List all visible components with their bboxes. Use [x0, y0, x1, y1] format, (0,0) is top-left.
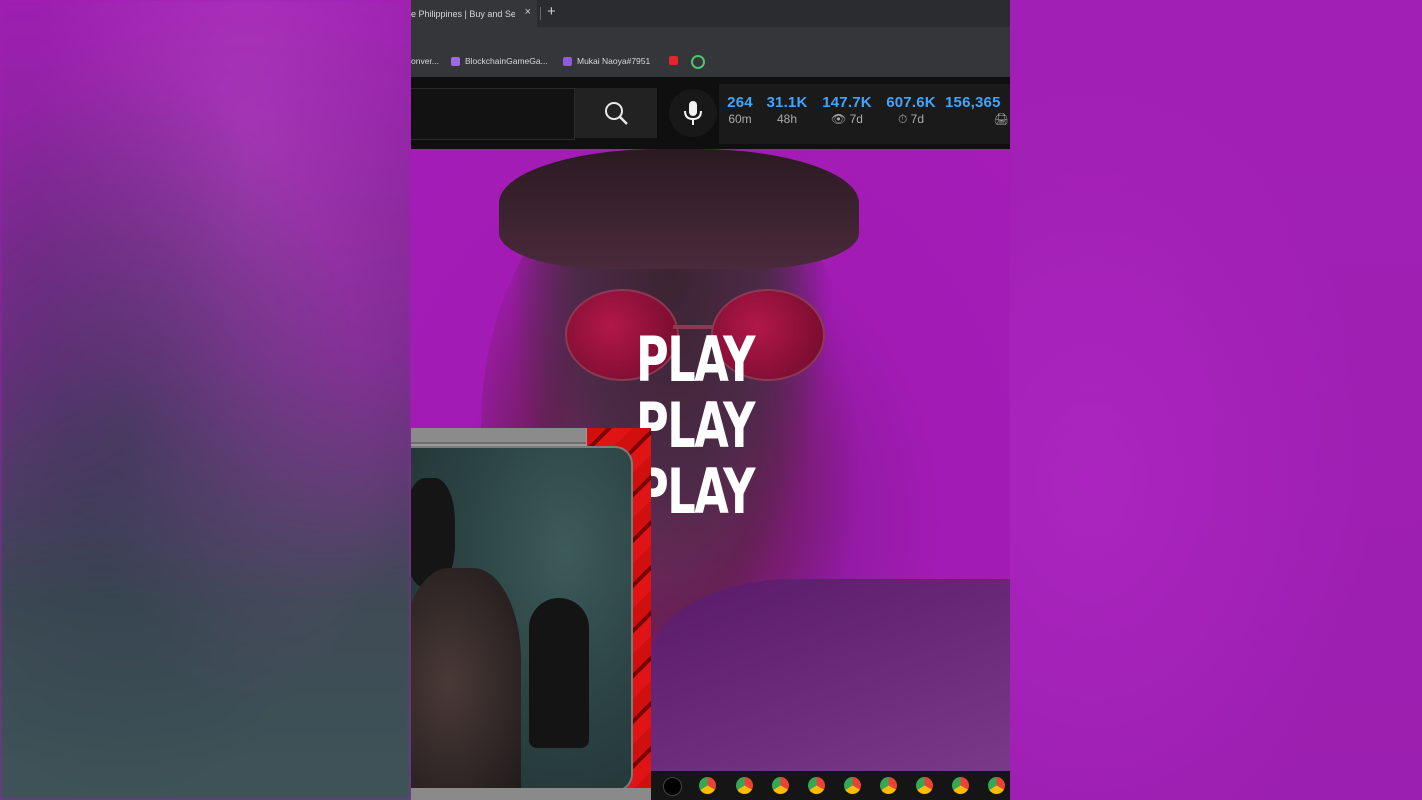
microphone [529, 598, 589, 748]
bookmark-icon [451, 56, 460, 66]
artwork-title-line: PLAY [636, 389, 755, 462]
artwork-title: PLAY PLAY PLAY [636, 323, 755, 528]
extension-bookmark[interactable] [691, 55, 705, 69]
stat-watchtime-7d: 607.6K ⏱ 7d [880, 94, 942, 127]
bookmark-icon [563, 56, 572, 66]
stat-label: 🖨 [993, 112, 1009, 126]
artwork-title-line: PLAY [636, 323, 755, 396]
webcam-frame-bottom [411, 788, 651, 800]
chrome-icon[interactable] [772, 777, 789, 794]
webcam-frame-top [411, 428, 586, 444]
stat-views-7d: 147.7K 👁 7d [817, 94, 877, 126]
stat-label: 60m [728, 112, 752, 126]
tiktok-icon[interactable] [663, 777, 682, 796]
bookmark-item[interactable]: Mukai Naoya#7951 [563, 56, 650, 66]
webcam-overlay [411, 428, 651, 800]
search-input[interactable] [411, 88, 575, 140]
stat-value: 147.7K [822, 94, 872, 111]
stat-48h: 31.1K 48h [761, 94, 813, 126]
browser-tab[interactable]: e Philippines | Buy and Sel × [411, 0, 537, 27]
stat-value: 607.6K [886, 94, 936, 111]
youtube-bookmark[interactable] [669, 56, 683, 65]
stat-value: 264 [727, 94, 753, 111]
stat-value: 156,365 [945, 94, 1001, 111]
chrome-icon[interactable] [736, 777, 753, 794]
bookmark-label: Mukai Naoya#7951 [577, 56, 651, 66]
chrome-icon[interactable] [952, 777, 969, 794]
chrome-icon[interactable] [988, 777, 1005, 794]
stat-realtime: 264 60m [723, 94, 757, 126]
new-tab-button[interactable]: + [547, 3, 556, 20]
chrome-icon[interactable] [699, 777, 716, 794]
chrome-icon[interactable] [808, 777, 825, 794]
screen: e Philippines | Buy and Sel × + onver...… [0, 0, 1422, 800]
search-icon [605, 102, 628, 125]
stat-label: ⏱ 7d [897, 112, 925, 126]
stat-label: 👁 7d [831, 112, 863, 126]
webcam-feed [411, 446, 633, 792]
address-bar[interactable] [411, 27, 1010, 47]
taskbar [651, 771, 1010, 800]
chrome-icon[interactable] [844, 777, 861, 794]
close-icon[interactable]: × [525, 6, 531, 18]
portrait-hair [499, 149, 859, 269]
microphone-icon [684, 101, 702, 125]
bookmark-label: onver... [411, 56, 439, 66]
chrome-icon[interactable] [880, 777, 897, 794]
stat-subscribers: 156,365 🖨 [945, 94, 1009, 126]
video-frame: e Philippines | Buy and Sel × + onver...… [411, 0, 1010, 800]
bookmark-item[interactable]: BlockchainGameGa... [451, 56, 548, 66]
search-button[interactable] [575, 88, 657, 138]
bookmarks-bar: onver... BlockchainGameGa... Mukai Naoya… [411, 47, 1010, 77]
portrait-shoulders [651, 579, 1010, 771]
voice-search-button[interactable] [669, 89, 717, 137]
bookmark-label: BlockchainGameGa... [465, 56, 548, 66]
tab-title: e Philippines | Buy and Sel [411, 8, 515, 19]
youtube-icon [669, 56, 678, 65]
artwork-title-line: PLAY [636, 455, 755, 528]
chrome-icon[interactable] [916, 777, 933, 794]
browser-tab-bar: e Philippines | Buy and Sel × + [411, 0, 1010, 27]
bookmark-item[interactable]: onver... [411, 56, 439, 66]
blurred-background-left [0, 0, 411, 800]
youtube-header: 264 60m 31.1K 48h 147.7K 👁 7d 607.6K ⏱ 7… [411, 77, 1010, 149]
stat-value: 31.1K [766, 94, 808, 111]
streamer [411, 568, 521, 790]
stat-label: 48h [776, 112, 798, 126]
channel-stats-panel: 264 60m 31.1K 48h 147.7K 👁 7d 607.6K ⏱ 7… [719, 84, 1010, 144]
tab-divider [540, 7, 541, 20]
power-icon [691, 55, 705, 69]
blurred-background-right [1010, 0, 1422, 800]
